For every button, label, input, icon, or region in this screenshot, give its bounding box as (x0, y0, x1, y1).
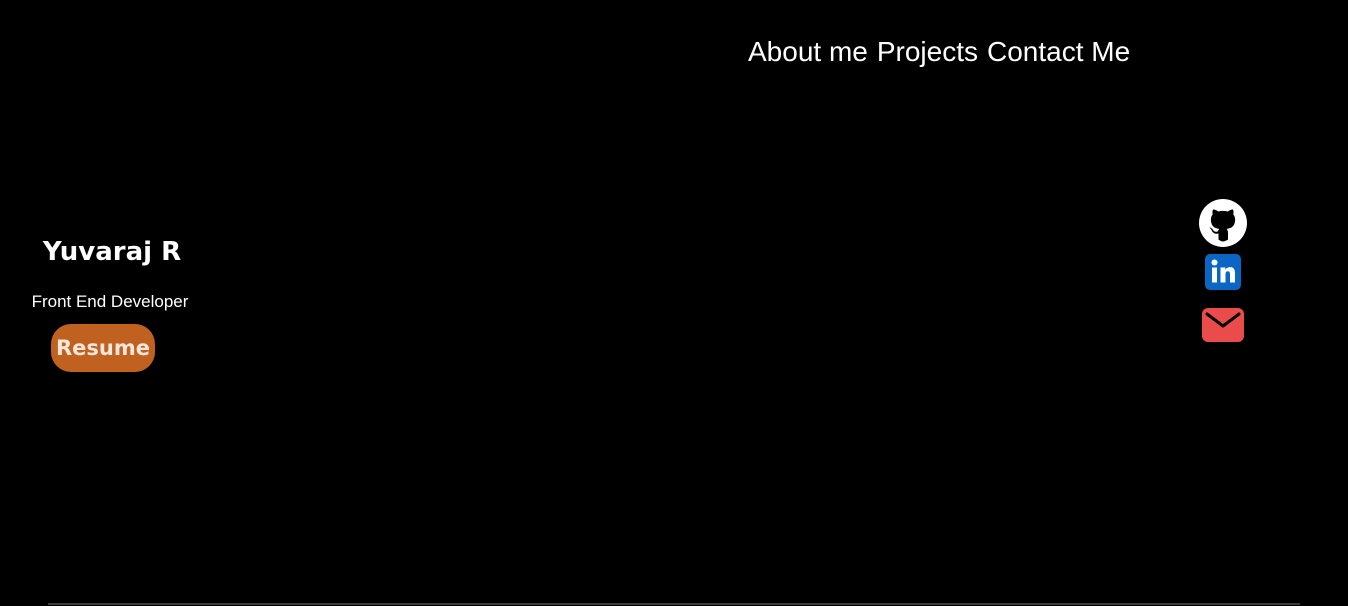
linkedin-link[interactable] (1205, 254, 1241, 290)
nav-item-contact-me[interactable]: Contact Me (987, 32, 1130, 72)
linkedin-icon (1205, 254, 1241, 290)
page-bottom-divider (48, 603, 1300, 605)
resume-button[interactable]: Resume (51, 324, 155, 372)
nav-item-about-me[interactable]: About me (748, 32, 868, 72)
profile-role: Front End Developer (31, 292, 189, 311)
portfolio-page: About me Projects Contact Me Yuvaraj R F… (0, 0, 1348, 606)
top-nav: About me Projects Contact Me (748, 32, 1130, 72)
mail-link[interactable] (1202, 308, 1244, 342)
github-icon (1199, 199, 1247, 247)
profile-name: Yuvaraj R (42, 237, 182, 267)
github-link[interactable] (1198, 198, 1248, 248)
nav-item-projects[interactable]: Projects (877, 32, 978, 72)
mail-icon (1202, 308, 1244, 342)
